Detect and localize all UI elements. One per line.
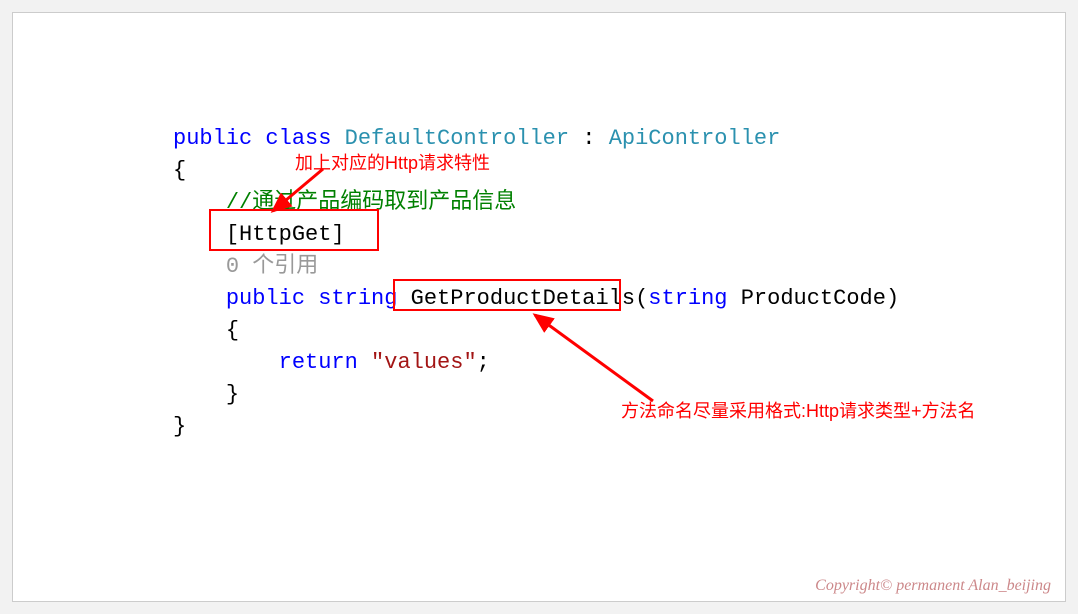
code-container: public class DefaultController : ApiCont… xyxy=(12,12,1066,602)
method-name: GetProductDetails xyxy=(411,286,635,311)
keyword-public: public xyxy=(173,126,252,151)
annotation-label-2: 方法命名尽量采用格式:Http请求类型+方法名 xyxy=(621,397,976,423)
keyword-string2: string xyxy=(648,286,727,311)
keyword-string: string xyxy=(318,286,397,311)
annotation-label-1: 加上对应的Http请求特性 xyxy=(295,149,490,175)
class-brace-close: } xyxy=(173,414,186,439)
attribute-httpget: [HttpGet] xyxy=(226,222,345,247)
code-block: public class DefaultController : ApiCont… xyxy=(173,123,899,443)
method-brace-open: { xyxy=(226,318,239,343)
copyright-text: Copyright© permanent Alan_beijing xyxy=(815,577,1051,595)
colon: : xyxy=(569,126,609,151)
brace-open: { xyxy=(173,158,186,183)
type-defaultcontroller: DefaultController xyxy=(345,126,569,151)
method-brace-close: } xyxy=(226,382,239,407)
paren-open: ( xyxy=(635,286,648,311)
keyword-return: return xyxy=(279,350,358,375)
code-comment: //通过产品编码取到产品信息 xyxy=(226,190,516,215)
type-apicontroller: ApiController xyxy=(609,126,781,151)
semicolon: ; xyxy=(477,350,490,375)
param-part: ProductCode) xyxy=(728,286,900,311)
string-values: "values" xyxy=(371,350,477,375)
keyword-class: class xyxy=(265,126,331,151)
reference-count: 0 个引用 xyxy=(226,254,318,279)
keyword-public2: public xyxy=(226,286,305,311)
